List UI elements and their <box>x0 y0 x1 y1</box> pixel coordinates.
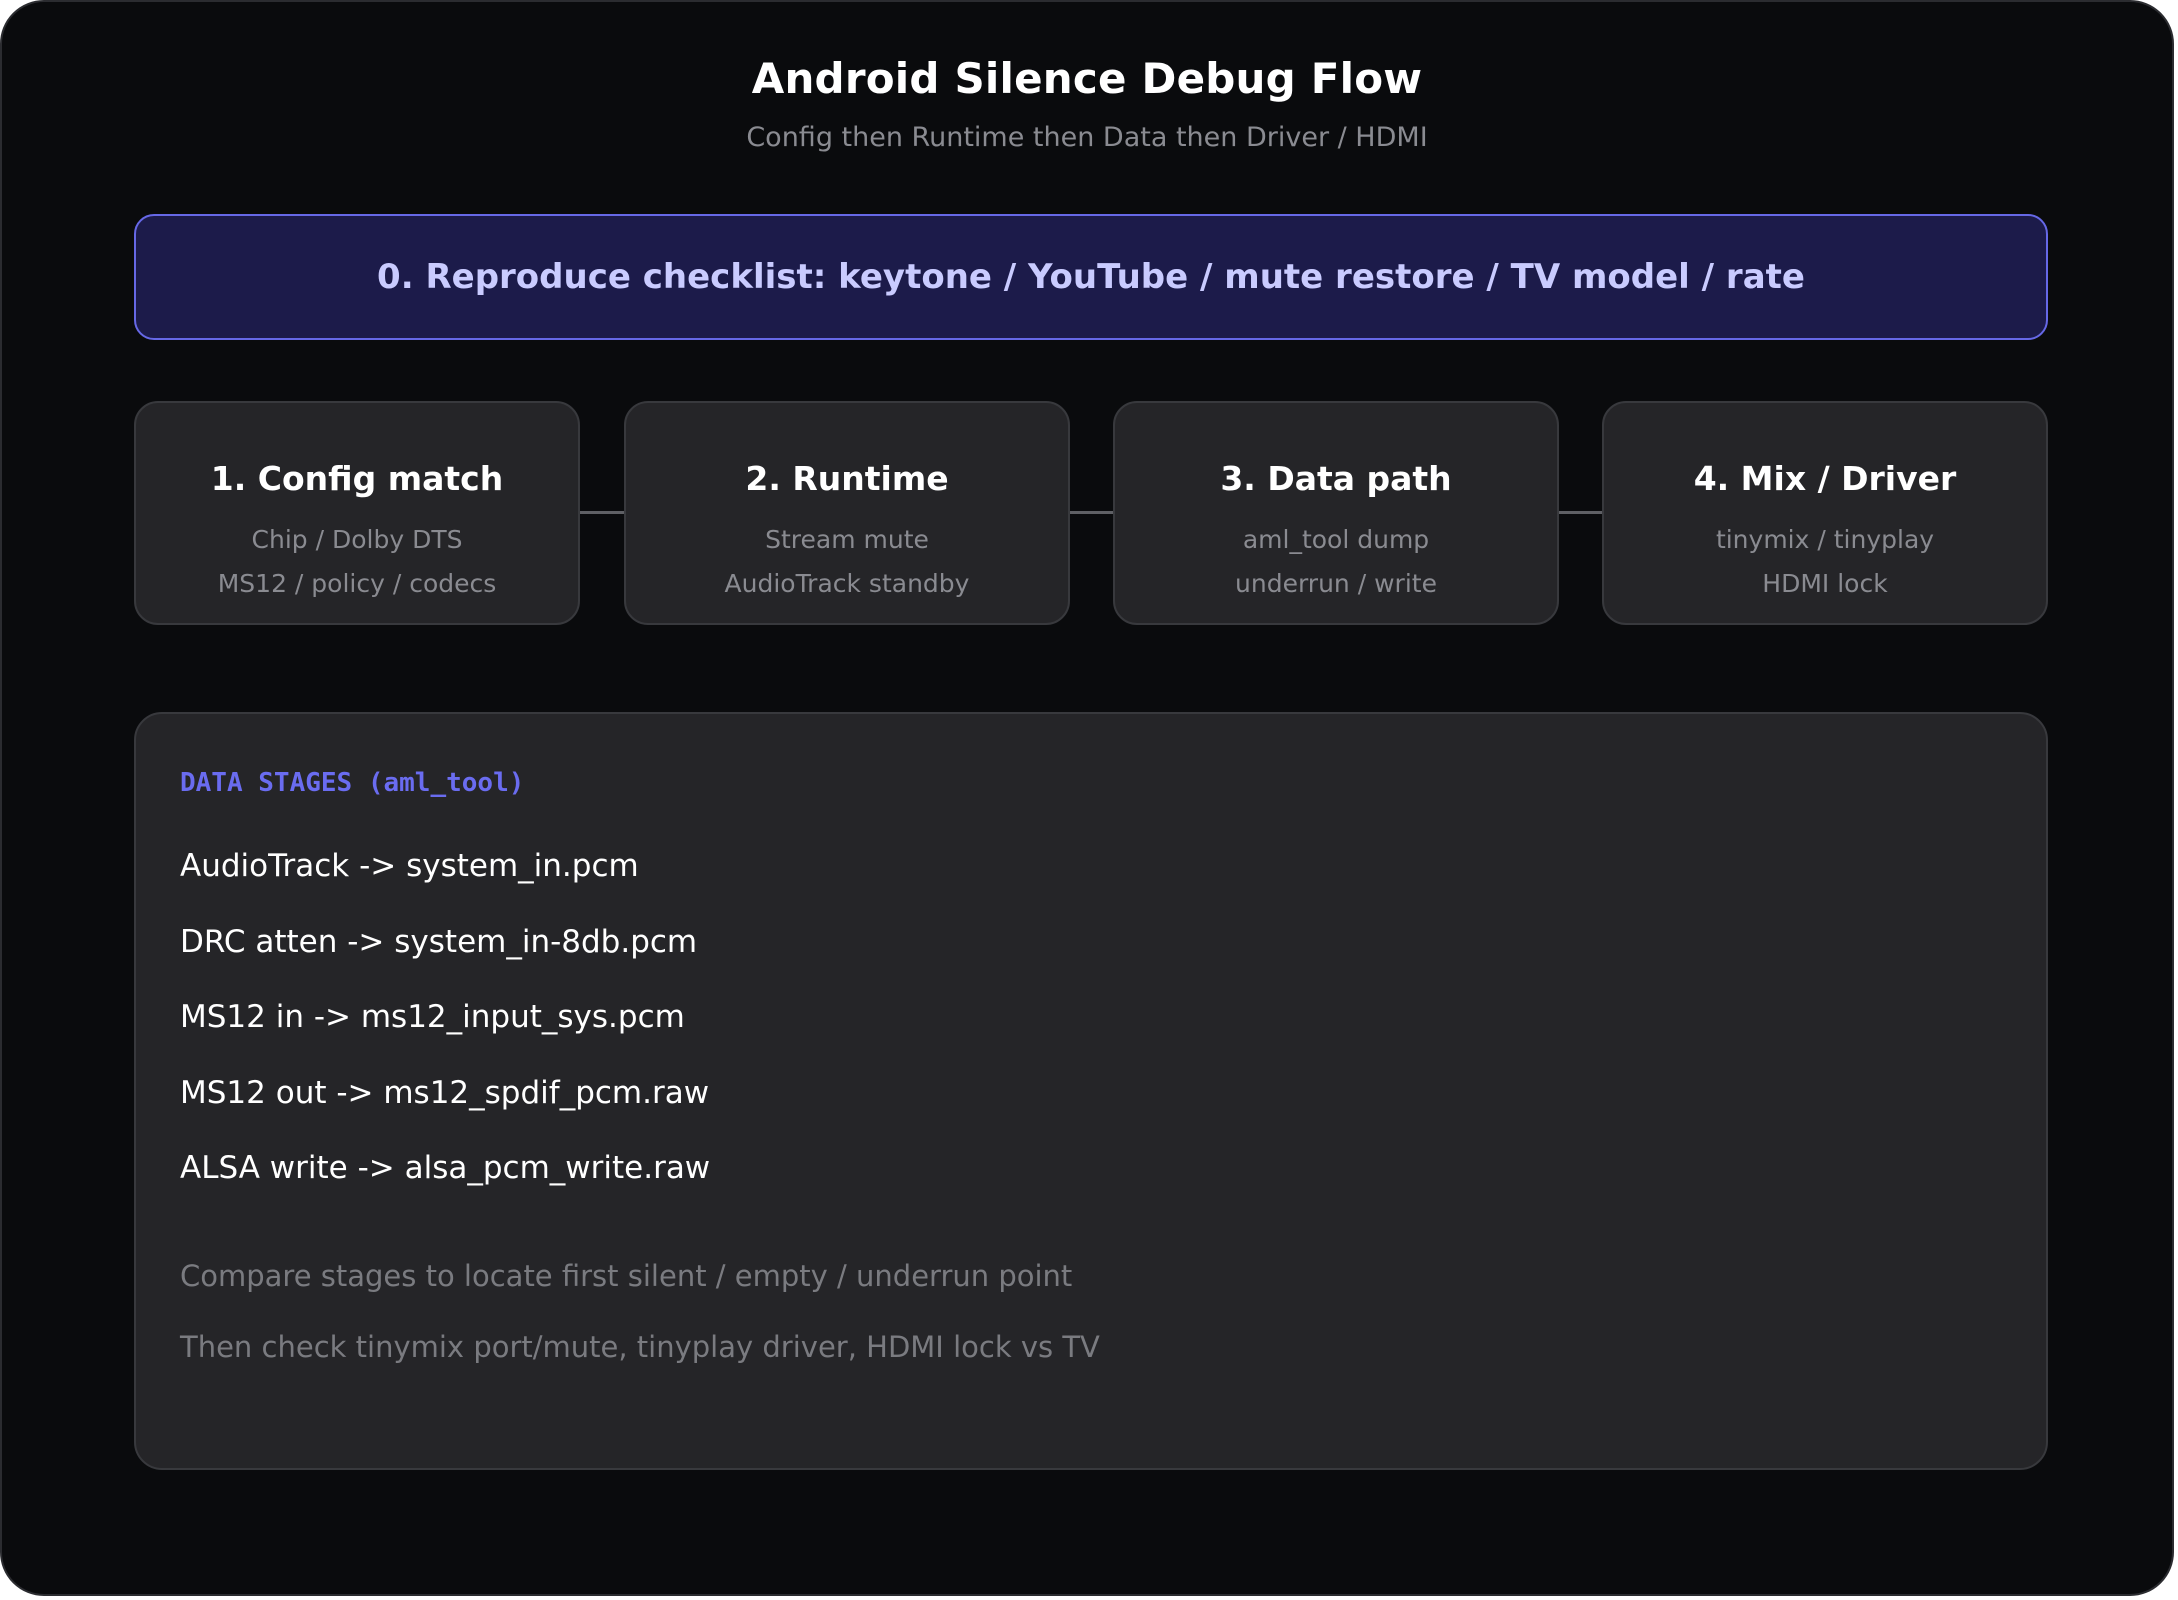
step-detail: underrun / write <box>1235 569 1437 598</box>
data-stage-item: MS12 out -> ms12_spdif_pcm.raw <box>180 1075 710 1111</box>
step-detail: MS12 / policy / codecs <box>217 569 497 598</box>
diagram-subtitle: Config then Runtime then Data then Drive… <box>746 122 1428 153</box>
data-stages-note: Then check tinymix port/mute, tinyplay d… <box>180 1330 1100 1364</box>
reproduce-checklist-box: 0. Reproduce checklist: keytone / YouTub… <box>134 214 2048 340</box>
data-stages-note: Compare stages to locate first silent / … <box>180 1259 1073 1293</box>
step-detail: Stream mute <box>765 525 929 554</box>
step-title: 3. Data path <box>1220 459 1452 498</box>
step-detail: AudioTrack standby <box>724 569 970 598</box>
step-detail: aml_tool dump <box>1242 525 1430 554</box>
step-runtime: 2. Runtime Stream mute AudioTrack standb… <box>624 401 1070 625</box>
data-stage-item: AudioTrack -> system_in.pcm <box>180 848 639 884</box>
step-mix-driver: 4. Mix / Driver tinymix / tinyplay HDMI … <box>1602 401 2048 625</box>
data-stages-header: DATA STAGES (aml_tool) <box>180 768 525 798</box>
step-title: 4. Mix / Driver <box>1693 459 1957 498</box>
step-detail: tinymix / tinyplay <box>1715 525 1935 554</box>
step-config-match: 1. Config match Chip / Dolby DTS MS12 / … <box>134 401 580 625</box>
connector-line <box>580 511 624 514</box>
data-stage-item: MS12 in -> ms12_input_sys.pcm <box>180 999 685 1035</box>
step-data-path: 3. Data path aml_tool dump underrun / wr… <box>1113 401 1559 625</box>
step-title: 2. Runtime <box>745 459 949 498</box>
step-title: 1. Config match <box>210 459 504 498</box>
step-detail: Chip / Dolby DTS <box>251 525 463 554</box>
diagram-canvas: Android Silence Debug Flow Config then R… <box>0 0 2174 1596</box>
diagram-title: Android Silence Debug Flow <box>751 54 1423 103</box>
connector-line <box>1559 511 1603 514</box>
reproduce-checklist-label: 0. Reproduce checklist: keytone / YouTub… <box>377 257 1805 297</box>
connector-line <box>1070 511 1114 514</box>
data-stage-item: DRC atten -> system_in-8db.pcm <box>180 924 698 960</box>
step-detail: HDMI lock <box>1762 569 1888 598</box>
data-stages-panel: DATA STAGES (aml_tool) AudioTrack -> sys… <box>134 712 2048 1470</box>
data-stage-item: ALSA write -> alsa_pcm_write.raw <box>180 1150 711 1186</box>
